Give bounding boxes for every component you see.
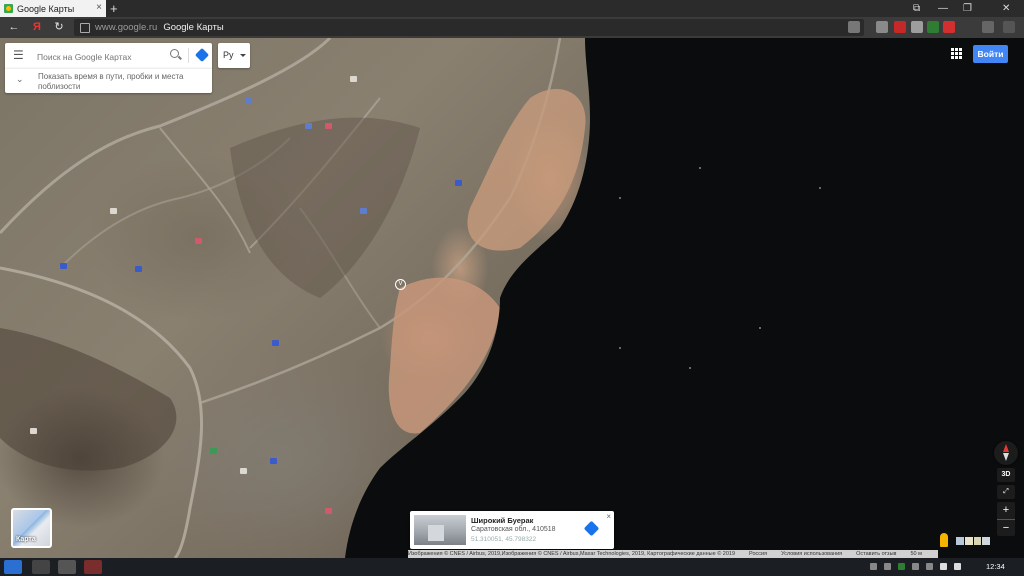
tray-icon[interactable] xyxy=(870,563,877,570)
map-layer-toggle[interactable]: Карта xyxy=(11,508,52,548)
minimize-button[interactable]: — xyxy=(938,0,948,17)
house-roof xyxy=(60,263,67,269)
green-extension-icon[interactable] xyxy=(927,21,939,33)
maximize-button[interactable]: ❐ xyxy=(963,0,972,17)
signin-button[interactable]: Войти xyxy=(973,45,1008,63)
tray-icon[interactable] xyxy=(898,563,905,570)
download-icon[interactable] xyxy=(876,21,888,33)
house-roof xyxy=(305,123,312,129)
house-roof xyxy=(270,458,277,464)
place-photo[interactable] xyxy=(414,515,466,545)
house-roof xyxy=(325,508,332,514)
chevron-down-icon[interactable]: ⌄ xyxy=(16,74,24,85)
house-roof xyxy=(240,468,247,474)
tray-icon[interactable] xyxy=(912,563,919,570)
tab-close-icon[interactable]: × xyxy=(96,2,102,13)
search-box: ☰ xyxy=(5,43,212,68)
terms-link[interactable]: Условия использования xyxy=(781,550,842,558)
house-roof xyxy=(325,123,332,129)
volume-icon[interactable] xyxy=(940,563,947,570)
close-icon[interactable]: × xyxy=(606,512,611,521)
imagery-thumbnails[interactable] xyxy=(956,537,990,545)
language-label: Ру xyxy=(223,50,234,60)
download-manager-icon[interactable] xyxy=(1003,21,1015,33)
dropdown-arrow-icon xyxy=(240,54,246,57)
place-card[interactable]: Широкий Буерак Саратовская обл., 410518 … xyxy=(410,511,614,549)
house-roof xyxy=(272,340,279,346)
map-terrain xyxy=(0,38,1024,558)
compass-icon[interactable] xyxy=(994,441,1018,465)
address-page-title: Google Карты xyxy=(163,22,224,33)
attribution-country[interactable]: Россия xyxy=(749,550,767,558)
house-roof xyxy=(110,208,117,214)
taskbar-app-icon[interactable] xyxy=(84,560,102,574)
reload-button[interactable]: ↻ xyxy=(51,19,67,36)
address-bar[interactable]: www.google.ru Google Карты xyxy=(74,19,864,36)
yandex-button[interactable]: Я xyxy=(29,19,45,36)
place-marker-icon[interactable]: V xyxy=(395,279,406,290)
directions-icon[interactable] xyxy=(194,47,210,63)
taskbar-clock[interactable]: 12:34 xyxy=(986,562,1005,571)
back-button[interactable]: ← xyxy=(6,19,22,36)
map-attribution: Изображения © CNES / Airbus, 2019,Изобра… xyxy=(408,550,938,558)
menu-icon[interactable]: ☰ xyxy=(13,49,24,61)
bookmark-star-icon[interactable] xyxy=(848,21,860,33)
extensions-menu-icon[interactable] xyxy=(982,21,994,33)
tab-title: Google Карты xyxy=(17,3,75,14)
adblock-extension-icon[interactable] xyxy=(894,21,906,33)
expand-view-button[interactable]: ⤢ xyxy=(997,485,1015,499)
tab-bar: Google Карты × + ⧉ — ❐ ✕ xyxy=(0,0,1024,17)
house-roof xyxy=(360,208,367,214)
route-icon[interactable] xyxy=(583,520,600,537)
address-url: www.google.ru xyxy=(95,22,158,33)
travel-info-text: Показать время в пути, пробки и места по… xyxy=(38,72,184,91)
taskbar-app-icon[interactable] xyxy=(32,560,50,574)
house-roof xyxy=(135,266,142,272)
3d-button[interactable]: 3D xyxy=(997,468,1015,482)
zoom-out-button[interactable]: − xyxy=(997,520,1015,537)
google-maps-favicon-icon xyxy=(4,4,13,13)
taskbar-app-icon[interactable] xyxy=(58,560,76,574)
close-window-button[interactable]: ✕ xyxy=(1002,0,1010,17)
search-input[interactable] xyxy=(35,48,159,65)
scale-label[interactable]: 50 м xyxy=(910,550,921,558)
tray-icon[interactable] xyxy=(884,563,891,570)
place-coordinates: 51.310051, 45.798322 xyxy=(471,536,537,543)
pegman-icon[interactable] xyxy=(940,533,948,547)
zoom-control: + − xyxy=(997,502,1015,536)
network-icon[interactable] xyxy=(954,563,961,570)
tab-google-maps[interactable]: Google Карты × xyxy=(0,0,106,17)
house-roof xyxy=(210,448,217,454)
house-roof xyxy=(245,98,252,104)
tray-icon[interactable] xyxy=(926,563,933,570)
house-roof xyxy=(350,76,357,82)
red-extension-icon[interactable] xyxy=(943,21,955,33)
tabs-icon[interactable]: ⧉ xyxy=(913,0,920,17)
language-selector[interactable]: Ру xyxy=(218,43,250,68)
layer-label: Карта xyxy=(16,536,36,543)
shield-extension-icon[interactable] xyxy=(911,21,923,33)
house-roof xyxy=(195,238,202,244)
start-icon[interactable] xyxy=(4,560,22,574)
place-name: Широкий Буерак xyxy=(471,516,534,525)
attribution-imagery: Изображения © CNES / Airbus, 2019,Изобра… xyxy=(408,551,736,557)
place-address: Саратовская обл., 410518 xyxy=(471,526,556,533)
zoom-in-button[interactable]: + xyxy=(997,502,1015,519)
search-icon[interactable] xyxy=(170,49,179,58)
house-roof xyxy=(455,180,462,186)
divider xyxy=(188,48,189,63)
lock-icon xyxy=(80,22,90,33)
feedback-link[interactable]: Оставить отзыв xyxy=(856,550,896,558)
new-tab-button[interactable]: + xyxy=(110,0,118,17)
satellite-map[interactable] xyxy=(0,38,1024,558)
travel-info-panel[interactable]: ⌄ Показать время в пути, пробки и места … xyxy=(5,68,212,93)
house-roof xyxy=(30,428,37,434)
google-apps-icon[interactable] xyxy=(951,48,962,59)
